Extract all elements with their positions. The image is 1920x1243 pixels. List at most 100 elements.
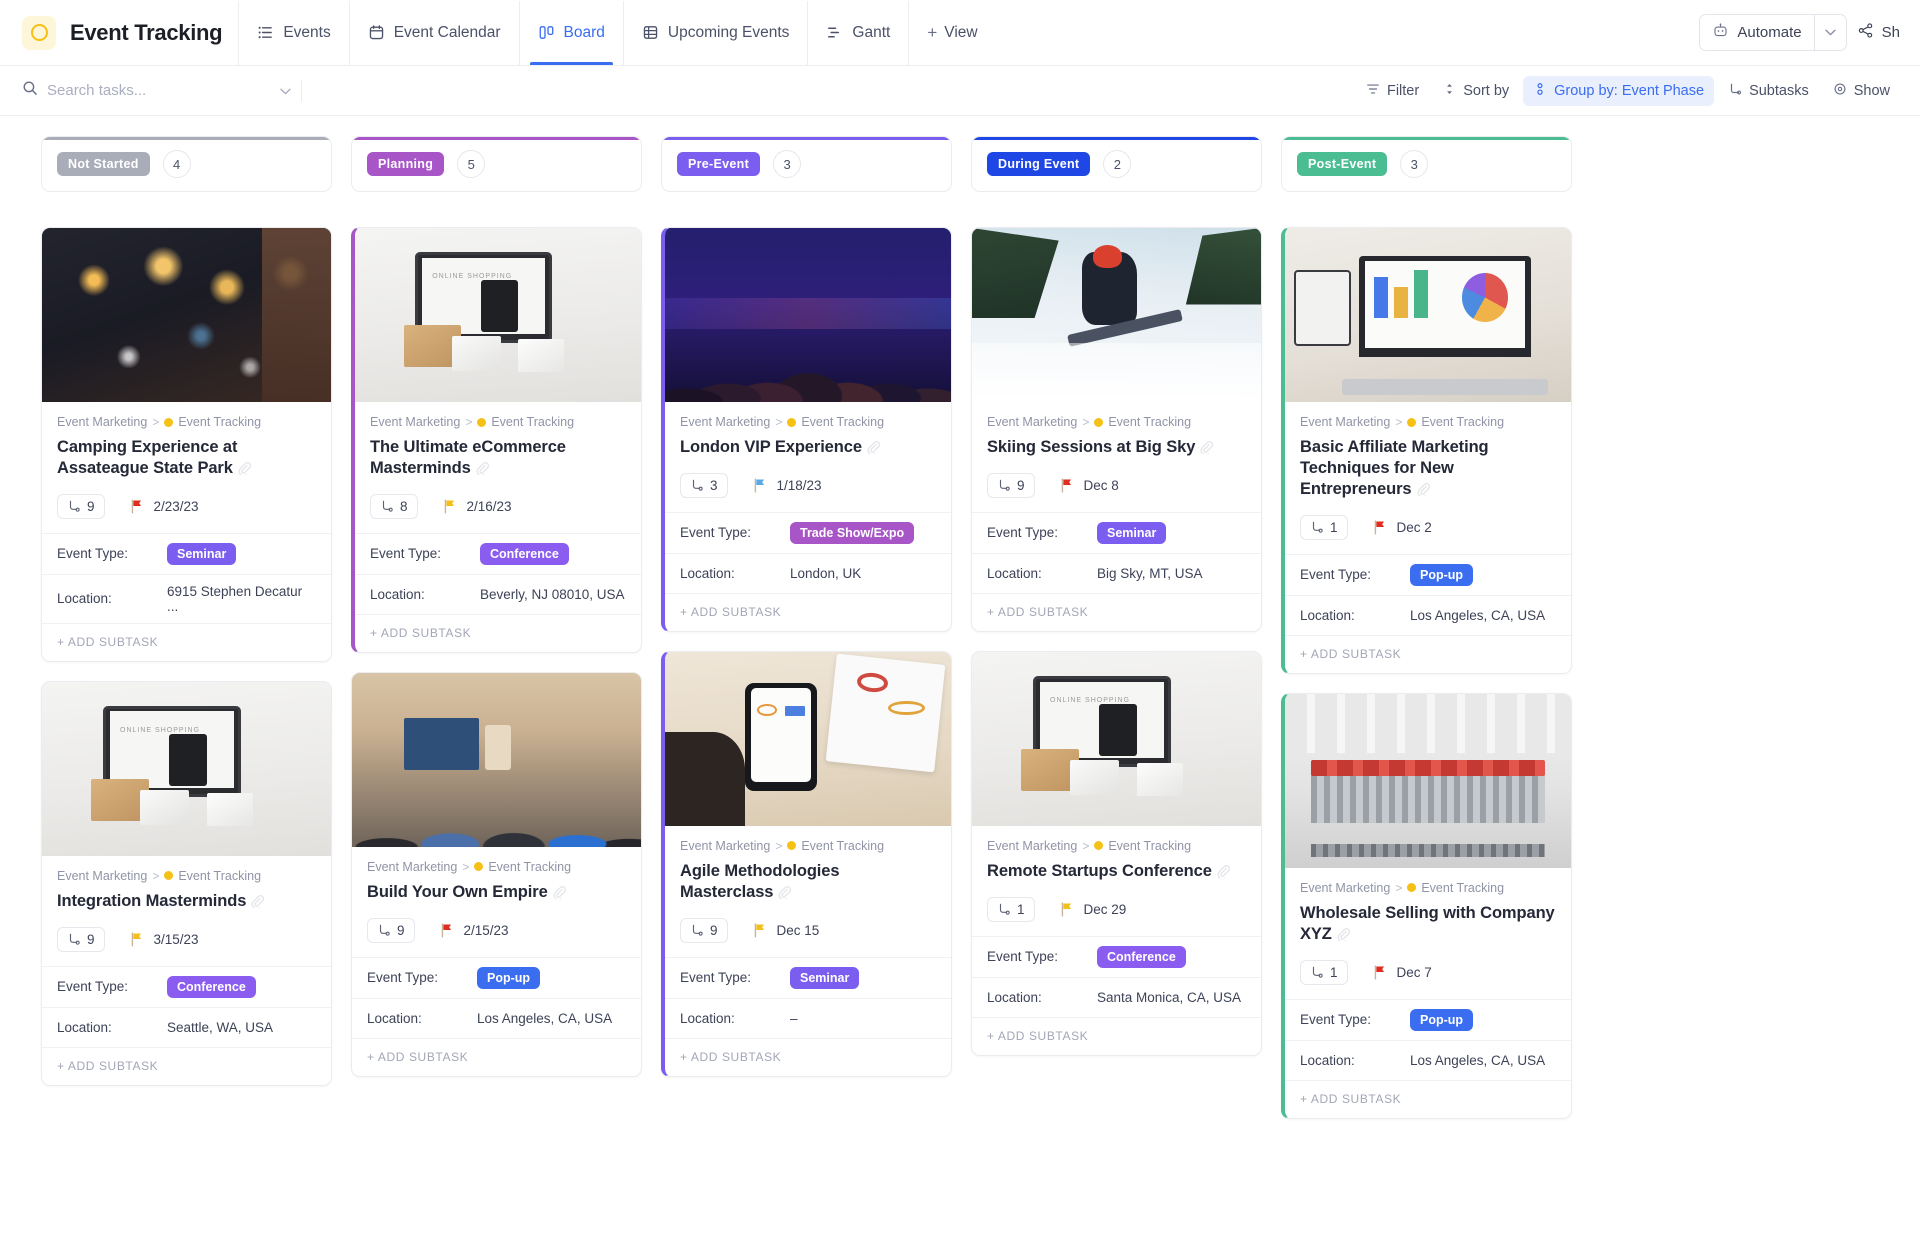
location-field[interactable]: Location: Los Angeles, CA, USA	[1285, 594, 1571, 635]
task-title-row[interactable]: Integration Masterminds	[57, 891, 316, 914]
subtask-count-pill[interactable]: 9	[367, 917, 415, 943]
task-title-row[interactable]: Camping Experience at Assateague State P…	[57, 437, 316, 481]
location-field[interactable]: Location: 6915 Stephen Decatur ...	[42, 573, 331, 623]
add-subtask-button[interactable]: + ADD SUBTASK	[42, 622, 331, 661]
event-type-field[interactable]: Event Type: Pop-up	[352, 956, 641, 998]
task-title-row[interactable]: Basic Affiliate Marketing Techniques for…	[1300, 437, 1556, 502]
task-card[interactable]: Event Marketing > Event Tracking Build Your…	[351, 671, 642, 1077]
column-task-count: 2	[1103, 150, 1132, 178]
column-header[interactable]: Planning 5	[351, 136, 642, 192]
location-field[interactable]: Location: Santa Monica, CA, USA	[972, 976, 1261, 1017]
task-title-row[interactable]: Build Your Own Empire	[367, 882, 626, 905]
search-box[interactable]	[22, 80, 291, 101]
location-field[interactable]: Location: Los Angeles, CA, USA	[1285, 1039, 1571, 1080]
task-title: Camping Experience at Assateague State P…	[57, 438, 238, 477]
add-subtask-button[interactable]: + ADD SUBTASK	[972, 1016, 1261, 1055]
show-button[interactable]: Show	[1823, 76, 1900, 106]
task-card[interactable]: ONLINE SHOPPING Event Marketing > Event Tra…	[971, 650, 1262, 1056]
add-subtask-button[interactable]: + ADD SUBTASK	[1285, 634, 1571, 673]
subtask-count-pill[interactable]: 9	[57, 493, 105, 519]
location-field[interactable]: Location: London, UK	[665, 552, 951, 593]
due-date-chunk[interactable]: 2/23/23	[130, 499, 199, 514]
task-card[interactable]: ONLINE SHOPPING Event Marketing > Event Tra…	[41, 680, 332, 1086]
tab-upcoming-events[interactable]: Upcoming Events	[622, 0, 807, 65]
task-title-row[interactable]: Agile Methodologies Masterclass	[680, 861, 936, 905]
tab-gantt[interactable]: Gantt	[807, 0, 908, 65]
due-date-chunk[interactable]: Dec 7	[1373, 965, 1432, 980]
add-subtask-button[interactable]: + ADD SUBTASK	[665, 592, 951, 631]
due-date-chunk[interactable]: Dec 8	[1060, 478, 1119, 493]
automate-dropdown-caret[interactable]	[1813, 15, 1846, 50]
location-field[interactable]: Location: Big Sky, MT, USA	[972, 552, 1261, 593]
task-title-row[interactable]: The Ultimate eCommerce Masterminds	[370, 437, 626, 481]
sort-button[interactable]: Sort by	[1433, 76, 1519, 106]
task-title-row[interactable]: Wholesale Selling with Company XYZ	[1300, 903, 1556, 947]
chevron-down-icon[interactable]	[280, 84, 291, 98]
filter-button[interactable]: Filter	[1356, 76, 1429, 106]
subtask-count-pill[interactable]: 1	[987, 896, 1035, 922]
subtask-count-pill[interactable]: 9	[57, 926, 105, 952]
attachment-icon	[552, 884, 566, 905]
task-card[interactable]: Event Marketing > Event Tracking Skiing Ses…	[971, 227, 1262, 632]
task-title-row[interactable]: Skiing Sessions at Big Sky	[987, 437, 1246, 460]
location-field[interactable]: Location: Seattle, WA, USA	[42, 1006, 331, 1047]
tab-board[interactable]: Board	[518, 0, 623, 65]
add-view-button[interactable]: + View	[908, 0, 995, 65]
event-type-field[interactable]: Event Type: Seminar	[665, 956, 951, 998]
task-card[interactable]: Event Marketing > Event Tracking Wholesale …	[1281, 692, 1572, 1119]
location-field[interactable]: Location: Los Angeles, CA, USA	[352, 997, 641, 1038]
location-field[interactable]: Location: Beverly, NJ 08010, USA	[355, 573, 641, 614]
task-card[interactable]: Event Marketing > Event Tracking London VIP…	[661, 227, 952, 632]
search-input[interactable]	[47, 82, 227, 99]
tab-events[interactable]: Events	[238, 0, 348, 65]
event-type-field[interactable]: Event Type: Trade Show/Expo	[665, 511, 951, 553]
list-color-dot-icon	[787, 841, 797, 851]
column-header[interactable]: Post-Event 3	[1281, 136, 1572, 192]
column-header[interactable]: Pre-Event 3	[661, 136, 952, 192]
subtask-count: 3	[710, 477, 718, 493]
subtasks-button[interactable]: Subtasks	[1718, 76, 1819, 106]
share-button[interactable]: Sh	[1857, 22, 1900, 43]
task-card[interactable]: ONLINE SHOPPING Event Marketing > Event Tra…	[351, 227, 642, 653]
add-subtask-button[interactable]: + ADD SUBTASK	[972, 592, 1261, 631]
group-by-button[interactable]: Group by: Event Phase	[1523, 75, 1715, 106]
tab-event-calendar[interactable]: Event Calendar	[348, 0, 519, 65]
due-date-chunk[interactable]: 1/18/23	[753, 478, 822, 493]
automate-button[interactable]: Automate	[1699, 14, 1847, 51]
add-subtask-button[interactable]: + ADD SUBTASK	[42, 1046, 331, 1085]
due-date-chunk[interactable]: Dec 2	[1373, 520, 1432, 535]
task-title-row[interactable]: London VIP Experience	[680, 437, 936, 460]
subtask-count-pill[interactable]: 1	[1300, 514, 1348, 540]
add-subtask-button[interactable]: + ADD SUBTASK	[1285, 1079, 1571, 1118]
column-header[interactable]: Not Started 4	[41, 136, 332, 192]
event-type-field[interactable]: Event Type: Pop-up	[1285, 998, 1571, 1040]
subtask-count-pill[interactable]: 8	[370, 493, 418, 519]
subtask-count-pill[interactable]: 9	[987, 472, 1035, 498]
due-date-chunk[interactable]: Dec 29	[1060, 902, 1126, 917]
column-header[interactable]: During Event 2	[971, 136, 1262, 192]
add-subtask-button[interactable]: + ADD SUBTASK	[355, 613, 641, 652]
add-subtask-button[interactable]: + ADD SUBTASK	[665, 1037, 951, 1076]
event-type-field[interactable]: Event Type: Conference	[972, 935, 1261, 977]
event-type-field[interactable]: Event Type: Conference	[355, 532, 641, 574]
subtask-count-pill[interactable]: 9	[680, 917, 728, 943]
priority-flag-icon	[753, 478, 766, 493]
task-title-row[interactable]: Remote Startups Conference	[987, 861, 1246, 884]
event-type-field[interactable]: Event Type: Seminar	[42, 532, 331, 574]
add-subtask-button[interactable]: + ADD SUBTASK	[352, 1037, 641, 1076]
task-card[interactable]: Event Marketing > Event Tracking Basic Affi…	[1281, 227, 1572, 674]
event-type-field[interactable]: Event Type: Conference	[42, 965, 331, 1007]
due-date-chunk[interactable]: 2/15/23	[440, 923, 509, 938]
event-type-field[interactable]: Event Type: Seminar	[972, 511, 1261, 553]
subtask-count-pill[interactable]: 3	[680, 472, 728, 498]
subtask-count-pill[interactable]: 1	[1300, 959, 1348, 985]
event-type-label: Event Type:	[367, 970, 439, 986]
event-type-field[interactable]: Event Type: Pop-up	[1285, 553, 1571, 595]
due-date-chunk[interactable]: Dec 15	[753, 923, 819, 938]
due-date-chunk[interactable]: 3/15/23	[130, 932, 199, 947]
location-field[interactable]: Location: –	[665, 997, 951, 1038]
task-card[interactable]: Event Marketing > Event Tracking Agile Meth…	[661, 650, 952, 1077]
due-date-chunk[interactable]: 2/16/23	[443, 499, 512, 514]
task-card[interactable]: Event Marketing > Event Tracking Camping Ex…	[41, 227, 332, 662]
breadcrumb-separator-icon: >	[1395, 880, 1403, 895]
